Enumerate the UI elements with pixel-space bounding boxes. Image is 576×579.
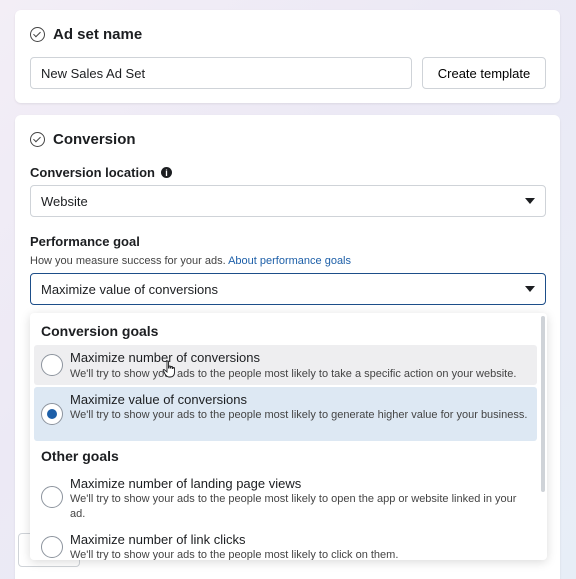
conversion-location-value: Website bbox=[41, 193, 88, 209]
radio-button[interactable] bbox=[41, 536, 63, 558]
info-icon[interactable]: i bbox=[160, 167, 172, 178]
performance-goal-helper-text: How you measure success for your ads. bbox=[30, 255, 226, 267]
performance-goal-select[interactable]: Maximize value of conversions bbox=[30, 273, 546, 305]
option-description: We'll try to show your ads to the people… bbox=[70, 368, 517, 380]
performance-goal-value: Maximize value of conversions bbox=[41, 281, 219, 297]
ad-set-name-card: Ad set name New Sales Ad Set Create temp… bbox=[15, 10, 560, 103]
conversion-header: Conversion bbox=[30, 131, 136, 148]
option-description: We'll try to show your ads to the people… bbox=[70, 409, 528, 421]
radio-button-selected[interactable] bbox=[41, 403, 63, 425]
option-maximize-value-of-conversions[interactable]: Maximize value of conversions We'll try … bbox=[34, 387, 537, 441]
option-maximize-number-of-conversions[interactable]: Maximize number of conversions We'll try… bbox=[34, 345, 537, 385]
performance-goal-helper: How you measure success for your ads. Ab… bbox=[30, 255, 351, 267]
performance-goal-label-text: Performance goal bbox=[30, 234, 140, 249]
option-maximize-landing-page-views[interactable]: Maximize number of landing page views We… bbox=[34, 471, 537, 523]
option-description: We'll try to show your ads to the people… bbox=[70, 493, 517, 520]
dropdown-scrollbar[interactable] bbox=[541, 316, 545, 492]
conversion-location-label-text: Conversion location bbox=[30, 165, 155, 180]
performance-goal-dropdown: Conversion goals Maximize number of conv… bbox=[30, 313, 547, 560]
radio-button[interactable] bbox=[41, 486, 63, 508]
check-circle-icon bbox=[30, 27, 45, 42]
ad-set-name-value: New Sales Ad Set bbox=[41, 65, 146, 81]
option-title: Maximize number of link clicks bbox=[70, 532, 246, 547]
ad-set-name-header: Ad set name bbox=[30, 26, 142, 43]
radio-button[interactable] bbox=[41, 354, 63, 376]
caret-down-icon bbox=[525, 286, 535, 292]
option-title: Maximize number of landing page views bbox=[70, 476, 302, 491]
option-title: Maximize value of conversions bbox=[70, 392, 248, 407]
performance-goal-label: Performance goal bbox=[30, 234, 140, 249]
conversion-title: Conversion bbox=[53, 131, 136, 148]
hand-pointer-icon bbox=[162, 360, 175, 378]
create-template-button[interactable]: Create template bbox=[422, 57, 546, 89]
about-performance-goals-link[interactable]: About performance goals bbox=[228, 255, 351, 267]
other-goals-heading: Other goals bbox=[41, 448, 119, 464]
check-circle-icon bbox=[30, 132, 45, 147]
conversion-location-label: Conversion location i bbox=[30, 165, 172, 180]
option-description: We'll try to show your ads to the people… bbox=[70, 549, 399, 560]
conversion-goals-heading: Conversion goals bbox=[41, 323, 159, 339]
ad-set-name-input[interactable]: New Sales Ad Set bbox=[30, 57, 412, 89]
option-maximize-link-clicks[interactable]: Maximize number of link clicks We'll try… bbox=[34, 527, 537, 560]
ad-set-name-title: Ad set name bbox=[53, 26, 143, 43]
caret-down-icon bbox=[525, 198, 535, 204]
conversion-location-select[interactable]: Website bbox=[30, 185, 546, 217]
